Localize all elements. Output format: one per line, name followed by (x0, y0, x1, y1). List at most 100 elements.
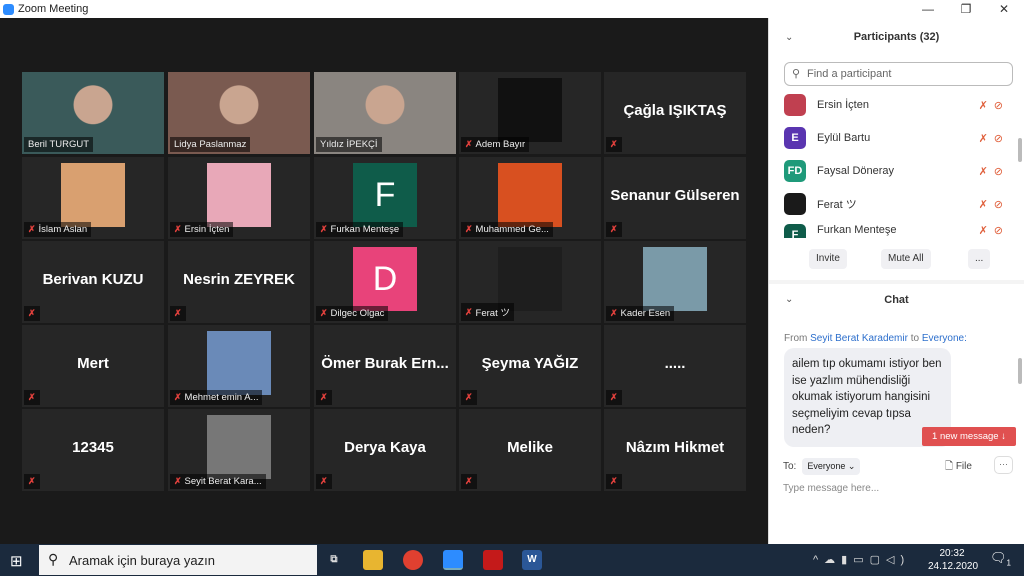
chrome-icon[interactable] (403, 550, 423, 570)
invite-button[interactable]: Invite (809, 249, 847, 269)
participant-name-large: Ömer Burak Ern... (321, 355, 449, 372)
name-label: ✗ (24, 390, 40, 405)
participant-tile[interactable]: Şeyma YAĞIZ ✗ (459, 325, 601, 407)
participant-tile[interactable]: F ✗ Furkan Menteşe (314, 157, 456, 239)
participant-tile[interactable]: Derya Kaya ✗ (314, 409, 456, 491)
participant-name: Ersin İçten (817, 99, 869, 111)
mic-muted-icon: ✗ (610, 139, 618, 149)
word-icon[interactable]: W (522, 550, 542, 570)
file-icon: 🗋 (945, 461, 954, 472)
participant-tile[interactable]: Beril TURGUT (22, 72, 164, 154)
participant-name-large: Berivan KUZU (42, 271, 144, 288)
divider (769, 280, 1024, 284)
participant-name-large: Mert (77, 355, 109, 372)
participant-row[interactable]: E Eylül Bartu ✗⊘ (784, 125, 1014, 151)
participant-tile[interactable]: Nesrin ZEYREK ✗ (168, 241, 310, 323)
participant-tile[interactable]: Lidya Paslanmaz (168, 72, 310, 154)
file-button[interactable]: 🗋 File (945, 459, 972, 476)
participant-tile[interactable]: ✗ Mehmet emin A... (168, 325, 310, 407)
chat-more-button[interactable]: ··· (994, 456, 1013, 474)
windows-start-icon[interactable]: ⊞ (10, 552, 23, 570)
participant-search-input[interactable]: ⚲ Find a participant (784, 62, 1013, 86)
name-label: Lidya Paslanmaz (170, 137, 251, 152)
name-label: ✗ (606, 390, 622, 405)
participants-scrollbar[interactable] (1018, 138, 1022, 162)
zoom-taskbar-icon[interactable] (443, 550, 463, 570)
participant-row[interactable]: FD Faysal Döneray ✗⊘ (784, 158, 1014, 184)
sender-link[interactable]: Seyit Berat Karademir (810, 333, 908, 344)
search-icon: ⚲ (48, 551, 59, 567)
mic-muted-icon: ✗ (610, 308, 618, 318)
participant-tile[interactable]: ✗ Kader Esen (604, 241, 746, 323)
mic-muted-icon: ✗ (28, 224, 36, 234)
chat-scrollbar[interactable] (1018, 358, 1022, 384)
participant-name: Lidya Paslanmaz (174, 139, 247, 150)
profile-picture (498, 163, 562, 227)
title-bar: Zoom Meeting — ❐ ✕ (0, 0, 1024, 18)
name-label: ✗ Muhammed Ge... (461, 222, 553, 237)
name-label: ✗ (24, 306, 40, 321)
participant-tile[interactable]: D ✗ Dilgec Olgac (314, 241, 456, 323)
participant-tile[interactable]: ✗ Ersin İçten (168, 157, 310, 239)
file-explorer-icon[interactable] (363, 550, 383, 570)
participant-tile[interactable]: ✗ Seyit Berat Kara... (168, 409, 310, 491)
participant-avatar: FD (784, 160, 806, 182)
recipient-dropdown[interactable]: Everyone ⌄ (802, 458, 861, 475)
participant-tile[interactable]: Yıldız İPEKÇİ (314, 72, 456, 154)
participant-tile[interactable]: ✗ Adem Bayır (459, 72, 601, 154)
participant-tile[interactable]: ✗ Muhammed Ge... (459, 157, 601, 239)
participant-name: Mehmet emin A... (184, 392, 259, 403)
participants-more-button[interactable]: ... (968, 249, 991, 269)
taskbar-search-input[interactable]: ⚲ Aramak için buraya yazın (39, 545, 317, 575)
from-label: From (784, 333, 808, 344)
system-tray-icons[interactable]: ^☁▮▭▢◁) (813, 553, 910, 566)
participant-name: Ersin İçten (184, 224, 230, 235)
mic-muted-icon: ✗ (320, 224, 328, 234)
chat-message-input[interactable]: Type message here... (783, 483, 879, 494)
participant-name: Kader Esen (620, 308, 671, 319)
name-label: ✗ İslam Aslan (24, 222, 92, 237)
restore-button[interactable]: ❐ (948, 0, 984, 18)
participant-name: Eylül Bartu (817, 132, 871, 144)
file-label: File (955, 461, 972, 472)
participant-tile[interactable]: ✗ Ferat ツ (459, 241, 601, 323)
search-icon: ⚲ (792, 68, 801, 80)
name-label: Yıldız İPEKÇİ (316, 137, 382, 152)
name-label: ✗ Kader Esen (606, 306, 675, 321)
participant-tile[interactable]: ✗ İslam Aslan (22, 157, 164, 239)
notification-count: 1 (1006, 558, 1011, 568)
mute-all-button[interactable]: Mute All (881, 249, 931, 269)
participant-tile[interactable]: Mert ✗ (22, 325, 164, 407)
mic-muted-icon: ✗ (610, 224, 618, 234)
participant-avatar: E (784, 127, 806, 149)
recipient-link[interactable]: Everyone: (922, 333, 967, 344)
participant-tile[interactable]: Ömer Burak Ern... ✗ (314, 325, 456, 407)
participant-tile[interactable]: Senanur Gülseren ✗ (604, 157, 746, 239)
close-button[interactable]: ✕ (986, 0, 1022, 18)
profile-picture (207, 163, 271, 227)
participant-tile[interactable]: Nâzım Hikmet ✗ (604, 409, 746, 491)
chat-title: Chat (884, 294, 909, 306)
mic-muted-icon: ✗ (320, 392, 328, 402)
participant-tile[interactable]: Çağla IŞIKTAŞ ✗ (604, 72, 746, 154)
zoom-logo-icon (3, 3, 14, 15)
participant-tile[interactable]: 12345 ✗ (22, 409, 164, 491)
participant-tile[interactable]: Berivan KUZU ✗ (22, 241, 164, 323)
participant-avatar: F (784, 224, 806, 238)
clock[interactable]: 20:32 24.12.2020 (928, 547, 978, 573)
new-message-button[interactable]: 1 new message ↓ (922, 427, 1016, 446)
chat-message-header: From Seyit Berat Karademir to Everyone: (784, 333, 967, 344)
mic-muted-icon: ✗ (174, 308, 182, 318)
participant-row[interactable]: F Furkan Menteşe ✗⊘ (784, 224, 1014, 238)
participant-row[interactable]: Ferat ツ ✗⊘ (784, 191, 1014, 217)
minimize-button[interactable]: — (910, 0, 946, 18)
participant-tile[interactable]: Melike ✗ (459, 409, 601, 491)
name-label: ✗ (461, 390, 477, 405)
task-view-icon[interactable]: ⧉ (324, 550, 344, 570)
notification-center-icon[interactable]: 🗨1 (990, 550, 1011, 568)
acrobat-icon[interactable] (483, 550, 503, 570)
participant-row[interactable]: Ersin İçten ✗⊘ (784, 92, 1014, 118)
participants-title: Participants (32) (853, 31, 940, 43)
name-label: ✗ Dilgec Olgac (316, 306, 389, 321)
participant-tile[interactable]: ..... ✗ (604, 325, 746, 407)
